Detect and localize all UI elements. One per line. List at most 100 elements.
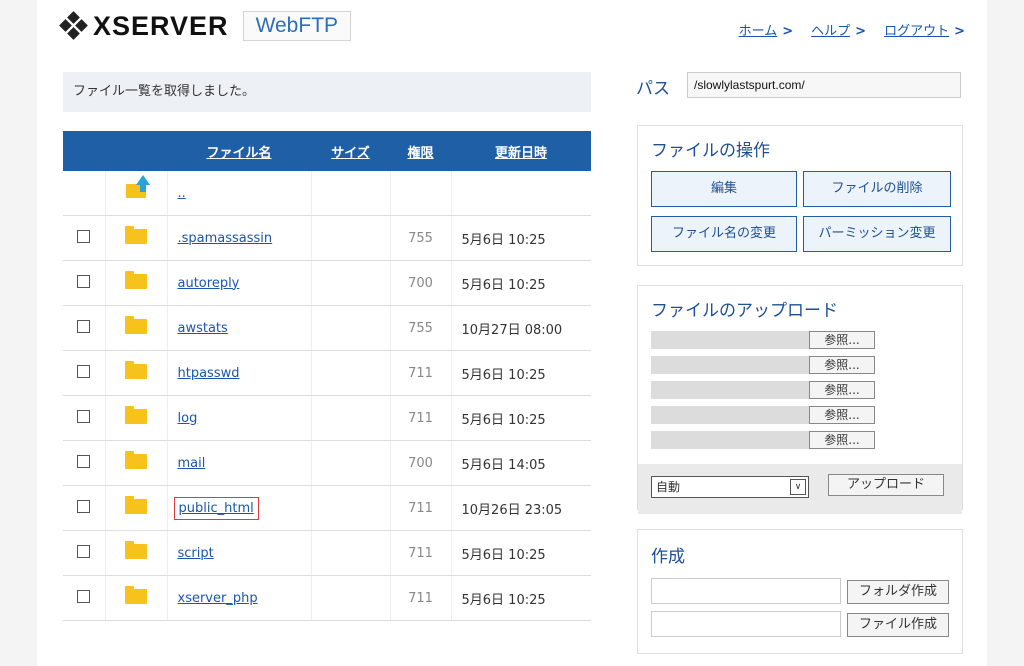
table-row: autoreply 700 5月6日 10:25: [63, 260, 591, 306]
header-filename[interactable]: ファイル名: [167, 131, 311, 171]
parent-folder-icon[interactable]: [126, 175, 150, 198]
upload-file-field[interactable]: [651, 356, 809, 374]
row-checkbox[interactable]: [77, 409, 91, 423]
chevron-right-icon: >: [782, 24, 794, 39]
row-checkbox[interactable]: [77, 274, 91, 288]
file-name-link[interactable]: autoreply: [178, 276, 240, 291]
upload-file-row: 参照...: [651, 381, 877, 399]
upload-file-field[interactable]: [651, 406, 809, 424]
file-size: [311, 395, 391, 441]
upload-mode-select[interactable]: 自動 ∨: [651, 476, 809, 498]
table-row: mail 700 5月6日 14:05: [63, 440, 591, 486]
file-name-link[interactable]: log: [178, 411, 198, 426]
create-panel: 作成 フォルダ作成 ファイル作成: [637, 529, 963, 654]
file-name-link[interactable]: awstats: [178, 321, 228, 336]
file-date: 10月26日 23:05: [451, 485, 591, 531]
file-permission: 711: [390, 575, 452, 621]
folder-name-input[interactable]: [651, 578, 841, 604]
create-title: 作成: [651, 547, 685, 567]
file-name-input[interactable]: [651, 611, 841, 637]
file-date: 5月6日 10:25: [451, 260, 591, 306]
file-size: [311, 350, 391, 396]
file-name-link[interactable]: .spamassassin: [178, 231, 273, 246]
path-input[interactable]: /slowlylastspurt.com/: [687, 72, 961, 98]
folder-icon: [125, 540, 147, 559]
file-size: [311, 485, 391, 531]
rename-file-button[interactable]: ファイル名の変更: [651, 216, 797, 252]
file-permission: 711: [390, 485, 452, 531]
file-size: [311, 575, 391, 621]
delete-file-button[interactable]: ファイルの削除: [803, 171, 951, 207]
row-checkbox[interactable]: [77, 454, 91, 468]
upload-footer: 自動 ∨ アップロード: [638, 464, 962, 514]
upload-file-field[interactable]: [651, 381, 809, 399]
file-permission: 711: [390, 530, 452, 576]
folder-icon: [125, 495, 147, 514]
file-date: 5月6日 10:25: [451, 215, 591, 261]
header-permission[interactable]: 権限: [390, 131, 451, 171]
file-name-link[interactable]: mail: [178, 456, 206, 471]
page: XSERVER WebFTP ホーム > ヘルプ > ログアウト > ファイル一覧を取…: [37, 0, 987, 666]
header-checkbox-col: [63, 131, 105, 171]
nav-logout[interactable]: ログアウト >: [884, 20, 965, 39]
upload-file-field[interactable]: [651, 331, 809, 349]
file-name-link[interactable]: htpasswd: [178, 366, 240, 381]
nav-help[interactable]: ヘルプ >: [811, 20, 866, 39]
create-folder-button[interactable]: フォルダ作成: [847, 580, 949, 604]
browse-button[interactable]: 参照...: [809, 431, 875, 449]
chevron-down-icon[interactable]: ∨: [790, 479, 806, 495]
file-name-link[interactable]: script: [178, 546, 214, 561]
browse-button[interactable]: 参照...: [809, 406, 875, 424]
upload-file-row: 参照...: [651, 431, 877, 449]
parent-dir-link[interactable]: ..: [178, 186, 186, 201]
row-checkbox[interactable]: [77, 544, 91, 558]
file-upload-panel: ファイルのアップロード 参照... 参照... 参照... 参照... 参照..…: [637, 285, 963, 514]
file-size: [311, 440, 391, 486]
upload-mode-value: 自動: [656, 480, 681, 494]
file-date: 5月6日 10:25: [451, 395, 591, 441]
table-row: public_html 711 10月26日 23:05: [63, 485, 591, 531]
row-checkbox[interactable]: [77, 319, 91, 333]
top-nav: ホーム > ヘルプ > ログアウト >: [739, 20, 965, 39]
folder-icon: [125, 360, 147, 379]
nav-help-link[interactable]: ヘルプ: [811, 24, 850, 39]
table-row: log 711 5月6日 10:25: [63, 395, 591, 441]
table-row: .spamassassin 755 5月6日 10:25: [63, 215, 591, 261]
path-label: パス: [636, 79, 670, 99]
file-date: 5月6日 14:05: [451, 440, 591, 486]
table-row: awstats 755 10月27日 08:00: [63, 305, 591, 351]
file-size: [311, 260, 391, 306]
change-permission-button[interactable]: パーミッション変更: [803, 216, 951, 252]
nav-home-link[interactable]: ホーム: [739, 24, 778, 39]
file-name-link[interactable]: xserver_php: [178, 591, 258, 606]
browse-button[interactable]: 参照...: [809, 356, 875, 374]
header-size[interactable]: サイズ: [311, 131, 390, 171]
create-file-button[interactable]: ファイル作成: [847, 613, 949, 637]
file-size: [311, 530, 391, 576]
row-checkbox[interactable]: [77, 229, 91, 243]
file-permission: 755: [390, 305, 452, 351]
upload-button[interactable]: アップロード: [828, 474, 944, 496]
browse-button[interactable]: 参照...: [809, 381, 875, 399]
nav-home[interactable]: ホーム >: [739, 20, 794, 39]
logo[interactable]: XSERVER WebFTP: [59, 8, 352, 44]
operations-title: ファイルの操作: [651, 141, 770, 161]
edit-button[interactable]: 編集: [651, 171, 797, 207]
file-permission: 700: [390, 260, 452, 306]
parent-dir-row: ..: [63, 171, 591, 216]
header-icon-col: [105, 131, 167, 171]
table-row: xserver_php 711 5月6日 10:25: [63, 575, 591, 621]
header-date[interactable]: 更新日時: [451, 131, 591, 171]
file-name-link[interactable]: public_html: [173, 496, 259, 520]
upload-file-field[interactable]: [651, 431, 809, 449]
chevron-right-icon: >: [855, 24, 867, 39]
row-checkbox[interactable]: [77, 499, 91, 513]
row-checkbox[interactable]: [77, 589, 91, 603]
row-checkbox[interactable]: [77, 364, 91, 378]
file-table: ファイル名 サイズ 権限 更新日時 .. .spamassassin 755 5月6…: [63, 131, 591, 621]
nav-logout-link[interactable]: ログアウト: [884, 24, 949, 39]
file-permission: 711: [390, 395, 452, 441]
browse-button[interactable]: 参照...: [809, 331, 875, 349]
folder-icon: [125, 405, 147, 424]
file-date: 10月27日 08:00: [451, 305, 591, 351]
